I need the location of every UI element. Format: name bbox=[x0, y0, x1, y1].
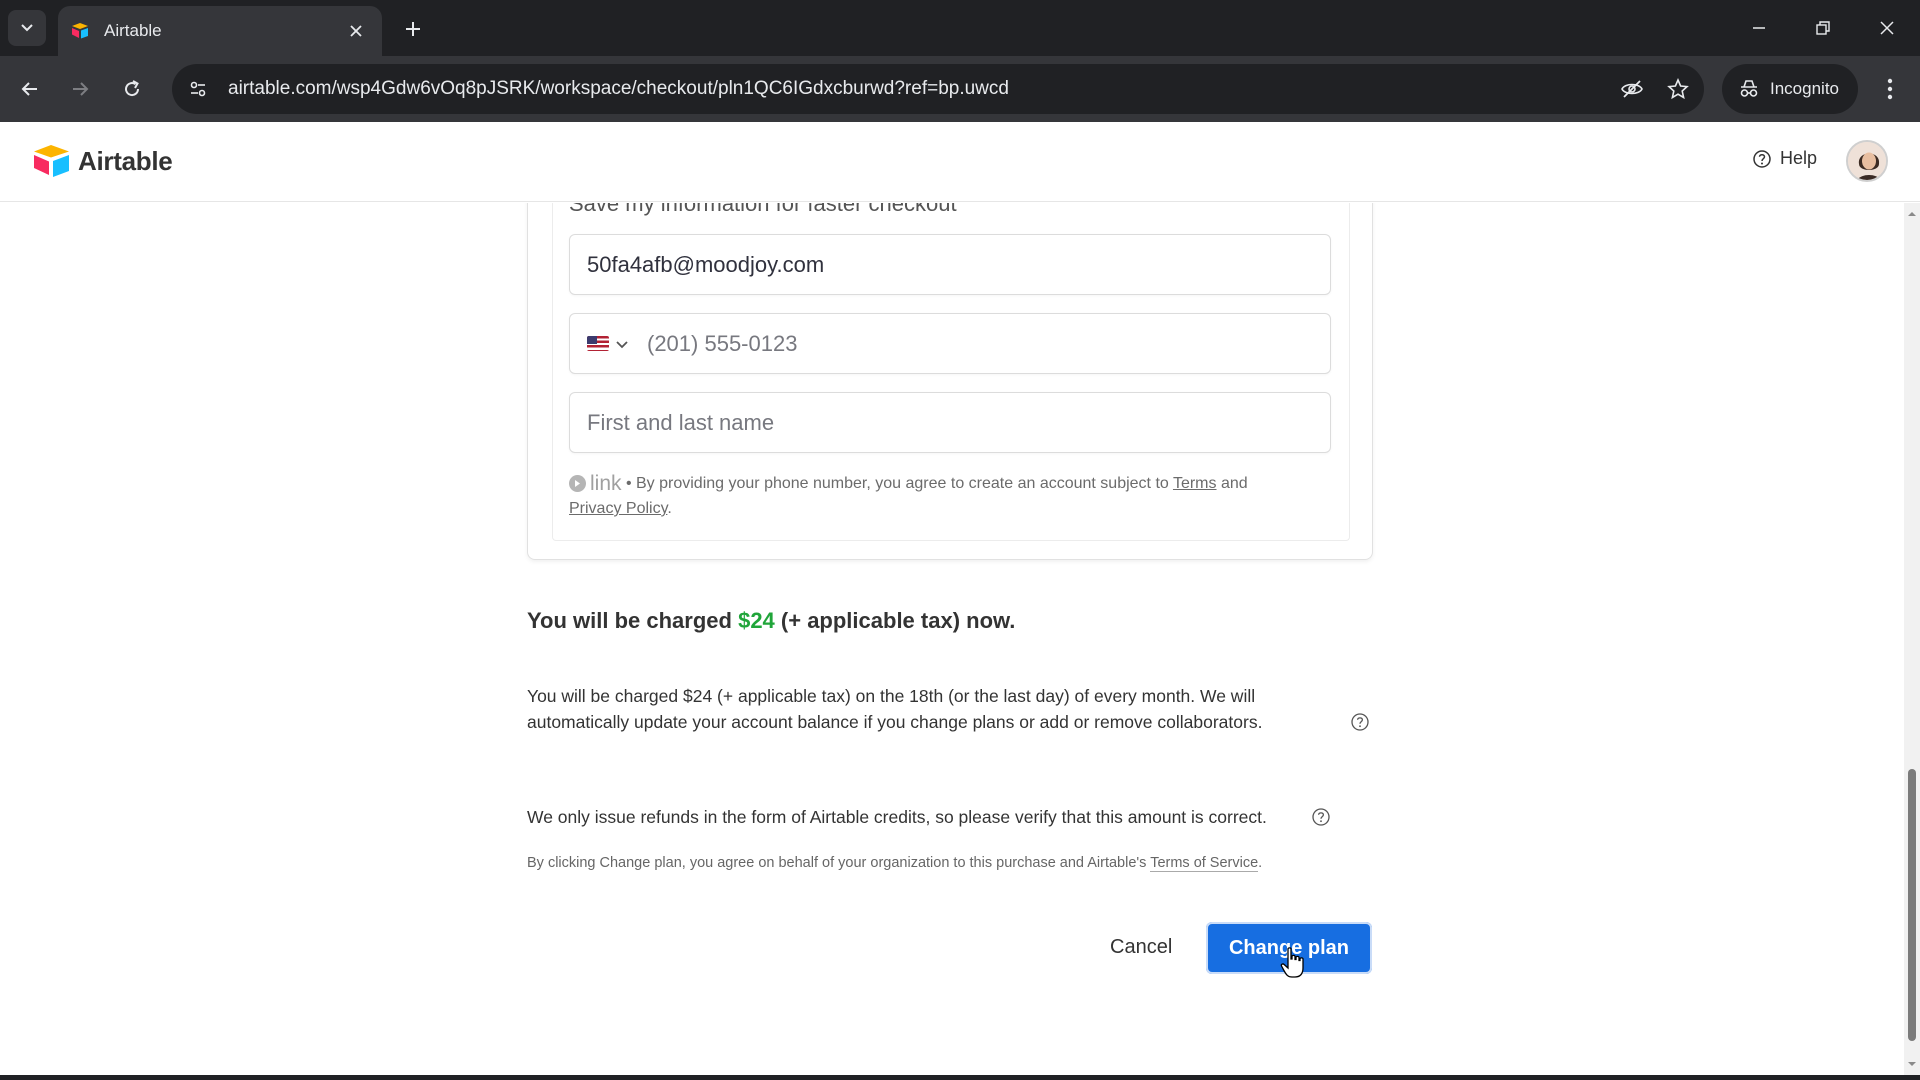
hand-pointer-cursor-icon bbox=[1280, 947, 1304, 978]
chevron-down-icon bbox=[21, 24, 33, 32]
name-placeholder: First and last name bbox=[587, 409, 775, 435]
terms-note-prefix: By clicking Change plan, you agree on be… bbox=[527, 855, 1151, 871]
refund-note: We only issue refunds in the form of Air… bbox=[527, 807, 1267, 827]
incognito-label: Incognito bbox=[1770, 79, 1839, 98]
scroll-thumb[interactable] bbox=[1908, 769, 1916, 1041]
question-circle-icon[interactable] bbox=[1350, 712, 1370, 732]
window-bottom-edge bbox=[0, 1075, 1920, 1080]
reload-icon[interactable] bbox=[112, 69, 152, 109]
and-text: and bbox=[1216, 475, 1248, 492]
incognito-icon bbox=[1740, 80, 1758, 97]
scroll-up-arrow-icon[interactable] bbox=[1907, 209, 1917, 219]
link-logo: link bbox=[569, 471, 622, 496]
more-vert-icon[interactable] bbox=[1870, 69, 1910, 109]
terms-note-suffix: . bbox=[1258, 855, 1263, 871]
forward-arrow-icon[interactable] bbox=[60, 69, 100, 109]
link-consent-note: link • By providing your phone number, y… bbox=[569, 471, 1329, 521]
logo-text: Airtable bbox=[78, 145, 173, 176]
terms-of-service-link[interactable]: Terms of Service bbox=[1150, 855, 1259, 872]
chevron-down-icon bbox=[616, 340, 628, 348]
airtable-logo[interactable]: Airtable bbox=[32, 144, 173, 178]
charge-headline: You will be charged $24 (+ applicable ta… bbox=[527, 608, 1015, 634]
url-text[interactable]: airtable.com/wsp4Gdw6vOq8pJSRK/workspace… bbox=[228, 78, 1612, 100]
eye-off-icon[interactable] bbox=[1612, 69, 1652, 109]
site-settings-icon[interactable] bbox=[178, 69, 218, 109]
page-scrollbar[interactable] bbox=[1904, 203, 1920, 1075]
scroll-down-arrow-icon[interactable] bbox=[1907, 1059, 1917, 1069]
checkout-content: Save my information for faster checkout … bbox=[0, 203, 1904, 1075]
link-note-text: • By providing your phone number, you ag… bbox=[621, 475, 1173, 492]
phone-placeholder: (201) 555-0123 bbox=[647, 330, 798, 356]
address-bar[interactable]: airtable.com/wsp4Gdw6vOq8pJSRK/workspace… bbox=[172, 64, 1704, 114]
tab-close-icon[interactable] bbox=[342, 17, 370, 45]
new-tab-plus-icon[interactable] bbox=[396, 12, 430, 46]
link-arrow-icon bbox=[569, 475, 586, 492]
cancel-button[interactable]: Cancel bbox=[1098, 925, 1184, 969]
help-circle-icon bbox=[1753, 149, 1771, 168]
email-value: 50fa4afb@moodjoy.com bbox=[587, 251, 825, 277]
airtable-favicon-icon bbox=[72, 23, 88, 39]
email-field[interactable]: 50fa4afb@moodjoy.com bbox=[569, 234, 1331, 295]
tab-title: Airtable bbox=[104, 21, 162, 40]
tab-search-button[interactable] bbox=[8, 10, 46, 46]
help-label: Help bbox=[1780, 148, 1818, 168]
recurring-charge-detail: You will be charged $24 (+ applicable ta… bbox=[527, 686, 1263, 732]
browser-toolbar: airtable.com/wsp4Gdw6vOq8pJSRK/workspace… bbox=[0, 56, 1920, 122]
restore-icon[interactable] bbox=[1800, 10, 1846, 46]
terms-link[interactable]: Terms bbox=[1173, 475, 1217, 492]
charge-headline-suffix: (+ applicable tax) now. bbox=[774, 608, 1016, 633]
us-flag-icon bbox=[587, 336, 609, 351]
name-field[interactable]: First and last name bbox=[569, 392, 1331, 453]
link-brand-text: link bbox=[590, 472, 622, 495]
user-avatar[interactable] bbox=[1846, 140, 1888, 182]
save-info-label: Save my information for faster checkout bbox=[569, 203, 957, 216]
charge-amount: $24 bbox=[738, 608, 775, 633]
period-text: . bbox=[667, 500, 672, 517]
minimize-icon[interactable] bbox=[1736, 10, 1782, 46]
help-button[interactable]: Help bbox=[1752, 148, 1817, 169]
privacy-policy-link[interactable]: Privacy Policy bbox=[569, 500, 667, 517]
bookmark-star-icon[interactable] bbox=[1658, 69, 1698, 109]
charge-headline-prefix: You will be charged bbox=[527, 608, 739, 633]
question-circle-icon[interactable] bbox=[1311, 807, 1331, 827]
incognito-indicator[interactable]: Incognito bbox=[1722, 64, 1858, 114]
close-window-icon[interactable] bbox=[1864, 10, 1910, 46]
country-code-select[interactable] bbox=[587, 336, 629, 351]
browser-tab[interactable]: Airtable bbox=[58, 6, 382, 56]
terms-agreement-note: By clicking Change plan, you agree on be… bbox=[527, 855, 1263, 872]
phone-field[interactable]: (201) 555-0123 bbox=[569, 313, 1331, 374]
back-arrow-icon[interactable] bbox=[10, 69, 50, 109]
browser-tab-strip: Airtable bbox=[0, 0, 1920, 56]
airtable-logo-icon bbox=[34, 145, 69, 177]
app-header: Airtable Help bbox=[0, 122, 1920, 202]
